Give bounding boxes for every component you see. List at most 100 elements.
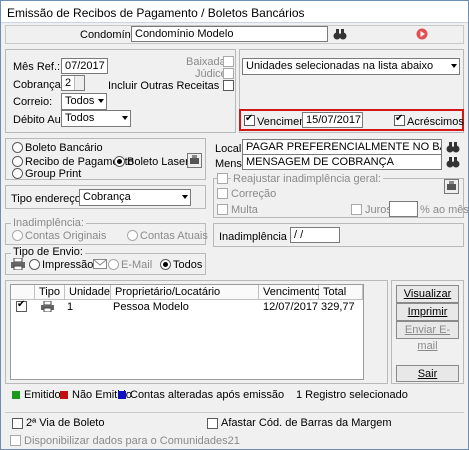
chevron-down-icon [451, 64, 457, 68]
settings-icon[interactable] [444, 179, 459, 194]
contas-originais-label: Contas Originais [25, 230, 107, 242]
mail-icon [93, 259, 107, 269]
vencimento-field[interactable]: 15/07/2017 [302, 112, 363, 128]
reajustar-checkbox[interactable] [217, 173, 228, 184]
juros-field[interactable] [389, 201, 418, 217]
enviar-email-button[interactable]: Enviar E-mail [396, 321, 459, 352]
title-bar: Emissão de Recibos de Pagamento / Boleto… [1, 1, 468, 23]
vencimento-checkbox[interactable] [244, 113, 255, 126]
mes-ref-field[interactable]: 07/2017 [61, 58, 108, 74]
debito-select[interactable]: Todos [61, 110, 131, 127]
mens-field[interactable]: MENSAGEM DE COBRANÇA [242, 154, 442, 170]
row-total: 329,77 [321, 301, 355, 313]
col-vencimento[interactable]: Vencimento [259, 285, 320, 300]
go-icon[interactable] [416, 28, 428, 40]
group-print-radio[interactable] [12, 168, 23, 179]
tipo-endereco-select[interactable]: Cobrança [79, 189, 191, 206]
selected-count: 1 Registro selecionado [296, 389, 408, 401]
imprimir-label: Imprimir [407, 306, 448, 318]
todos-radio[interactable] [160, 259, 171, 270]
binoculars-icon[interactable] [446, 155, 460, 169]
emitido-swatch [12, 391, 20, 399]
sair-button[interactable]: Sair [396, 365, 459, 382]
window-title: Emissão de Recibos de Pagamento / Boleto… [7, 6, 305, 20]
email-radio[interactable] [108, 259, 119, 270]
binoculars-icon[interactable] [446, 140, 460, 154]
alteradas-swatch [118, 391, 126, 399]
boleto-laser-radio[interactable] [114, 156, 125, 167]
email-label: E-Mail [121, 259, 153, 271]
condominio-field[interactable]: Condomínio Modelo [131, 26, 328, 42]
chevron-down-icon [122, 116, 128, 120]
acrescimos-checkbox[interactable] [394, 113, 405, 126]
boleto-bancario-label: Boleto Bancário [25, 142, 103, 154]
impressao-radio[interactable] [29, 259, 40, 270]
todos-label: Todos [173, 259, 203, 271]
row-proprietario: Pessoa Modelo [113, 301, 189, 313]
col-unidade[interactable]: Unidade [65, 285, 111, 300]
row-checkbox[interactable] [16, 299, 27, 312]
nao-emitido-swatch [60, 391, 68, 399]
contas-atuais-radio[interactable] [127, 230, 138, 241]
col-proprietario[interactable]: Proprietário/Locatário [111, 285, 259, 300]
group-print-label: Group Print [25, 168, 82, 180]
boleto-laser-label: Boleto Laser [127, 156, 189, 168]
table-row[interactable]: 1 Pessoa Modelo 12/07/2017 329,77 [11, 299, 363, 314]
binoculars-icon[interactable] [333, 27, 347, 41]
settings-icon[interactable] [187, 153, 202, 168]
correio-select[interactable]: Todos [61, 93, 107, 110]
cobranca-label: Cobrança: [13, 79, 64, 91]
imprimir-button[interactable]: Imprimir [396, 303, 459, 321]
debito-value: Todos [65, 112, 95, 124]
correcao-checkbox[interactable] [217, 188, 228, 199]
contas-originais-radio[interactable] [12, 230, 23, 241]
recibo-radio[interactable] [12, 156, 23, 167]
acrescimos-label: Acréscimos [407, 116, 464, 128]
cobranca-stepper[interactable]: 2 [61, 75, 85, 91]
row-vencimento: 12/07/2017 [263, 301, 319, 313]
incluir-checkbox[interactable] [223, 80, 234, 91]
local-field[interactable]: PAGAR PREFERENCIALMENTE NO BANCO ITAU [242, 139, 442, 155]
records-grid[interactable]: Tipo Unidade Proprietário/Locatário Venc… [10, 284, 364, 380]
ao-mes-label: % ao mês [420, 204, 469, 216]
alteradas-label: Contas alteradas após emissão [130, 389, 285, 401]
inadimplencia-ate-field[interactable]: / / [290, 227, 340, 243]
incluir-label: Incluir Outras Receitas [108, 80, 220, 92]
afastar-checkbox[interactable] [207, 418, 218, 429]
unidades-select[interactable]: Unidades selecionadas na lista abaixo [242, 58, 460, 75]
main-window: Emissão de Recibos de Pagamento / Boleto… [0, 0, 469, 450]
cobranca-value: 2 [65, 77, 72, 89]
visualizar-button[interactable]: Visualizar [396, 285, 459, 303]
correio-label: Correio: [13, 96, 53, 108]
multa-checkbox[interactable] [217, 204, 228, 215]
inadimplencia-legend: Inadimplência: [11, 217, 86, 229]
printer-icon [41, 301, 54, 312]
spin-updown[interactable] [74, 76, 84, 90]
emitido-label: Emitido [24, 389, 61, 401]
segunda-via-checkbox[interactable] [12, 418, 23, 429]
juros-checkbox[interactable] [351, 204, 362, 215]
unidades-value: Unidades selecionadas na lista abaixo [246, 60, 434, 72]
tipo-endereco-label: Tipo endereço: [11, 193, 84, 205]
mes-ref-label: Mês Ref.: [13, 61, 61, 73]
mens-label: Mens: [215, 158, 245, 170]
tipo-envio-legend: Tipo de Envio: [11, 246, 85, 258]
judice-checkbox[interactable] [223, 68, 234, 79]
visualizar-label: Visualizar [403, 288, 452, 300]
disponibilizar-checkbox[interactable] [10, 435, 21, 446]
reajustar-label: Reajustar inadimplência geral: [231, 173, 383, 185]
disponibilizar-label: Disponibilizar dados para o Comunidades2… [24, 435, 240, 447]
tipo-endereco-value: Cobrança [83, 191, 131, 203]
impressao-label: Impressão [42, 259, 94, 271]
chevron-down-icon [182, 195, 188, 199]
sair-label: Sair [417, 368, 438, 380]
baixadas-checkbox[interactable] [223, 56, 234, 67]
boleto-bancario-radio[interactable] [12, 142, 23, 153]
afastar-label: Afastar Cód. de Barras da Margem [221, 417, 392, 429]
col-tipo[interactable]: Tipo [35, 285, 65, 300]
col-select [11, 285, 35, 300]
correio-value: Todos [65, 95, 95, 107]
col-total[interactable]: Total [319, 285, 363, 300]
chevron-down-icon [98, 99, 104, 103]
local-label: Local: [215, 143, 245, 155]
